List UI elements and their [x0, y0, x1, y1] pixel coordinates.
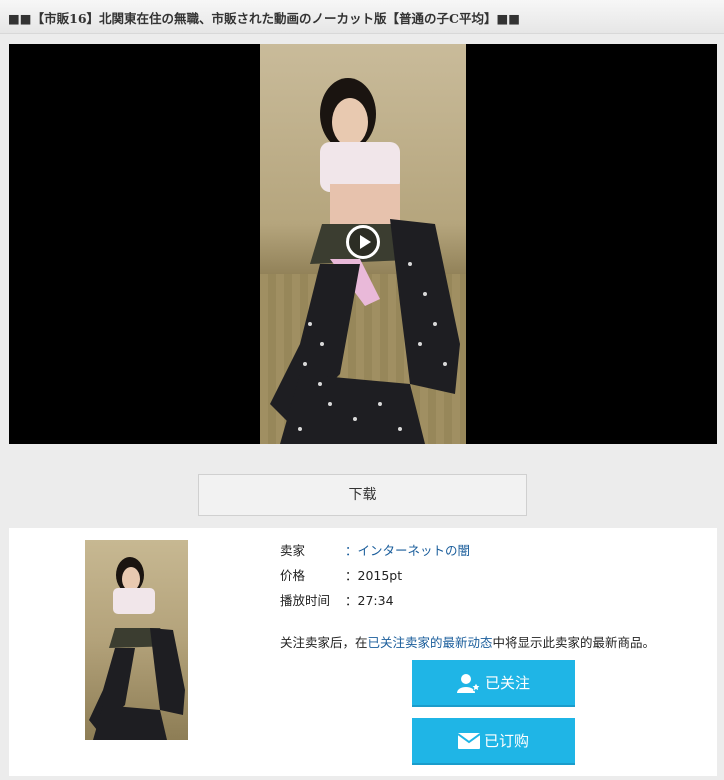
- seller-row: 卖家 ：インターネットの闇: [280, 542, 470, 567]
- seller-name-link[interactable]: ：インターネットの闇: [345, 543, 470, 558]
- product-thumbnail[interactable]: [85, 540, 188, 740]
- play-icon[interactable]: [346, 225, 380, 259]
- price-value: ：2015pt: [345, 568, 403, 583]
- download-button[interactable]: 下载: [198, 474, 527, 516]
- follow-button[interactable]: 已关注: [412, 660, 575, 707]
- followed-sellers-link[interactable]: 已关注卖家的最新动态: [368, 635, 493, 650]
- note-after: 中将显示此卖家的最新商品。: [492, 635, 656, 650]
- subscribe-label: 已订购: [483, 732, 529, 750]
- duration-key: 播放时间: [280, 593, 331, 608]
- product-title: ■■【市販16】北関東在住の無職、市販された動画のノーカット版【普通の子C平均】…: [8, 11, 521, 26]
- follow-label: 已关注: [484, 674, 530, 692]
- subscribe-button[interactable]: 已订购: [412, 718, 575, 765]
- price-key: 价格: [280, 568, 306, 583]
- video-player[interactable]: [9, 44, 717, 444]
- seller-key: 卖家: [280, 543, 306, 558]
- seller-card: 卖家 ：インターネットの闇 价格 ：2015pt 播放时间 ：27:34 关注卖家后，…: [9, 528, 717, 776]
- thumbnail-image: [89, 557, 185, 740]
- user-star-icon: [456, 673, 481, 693]
- duration-value: ：27:34: [345, 593, 394, 608]
- note-before: 关注卖家后，在: [280, 635, 368, 650]
- title-bar: ■■【市販16】北関東在住の無職、市販された動画のノーカット版【普通の子C平均】…: [0, 0, 724, 34]
- seller-info: 卖家 ：インターネットの闇 价格 ：2015pt 播放时间 ：27:34: [280, 542, 470, 617]
- price-row: 价格 ：2015pt: [280, 567, 470, 592]
- duration-row: 播放时间 ：27:34: [280, 592, 470, 617]
- mail-icon: [457, 732, 480, 749]
- follow-note: 关注卖家后，在已关注卖家的最新动态中将显示此卖家的最新商品。: [280, 632, 655, 651]
